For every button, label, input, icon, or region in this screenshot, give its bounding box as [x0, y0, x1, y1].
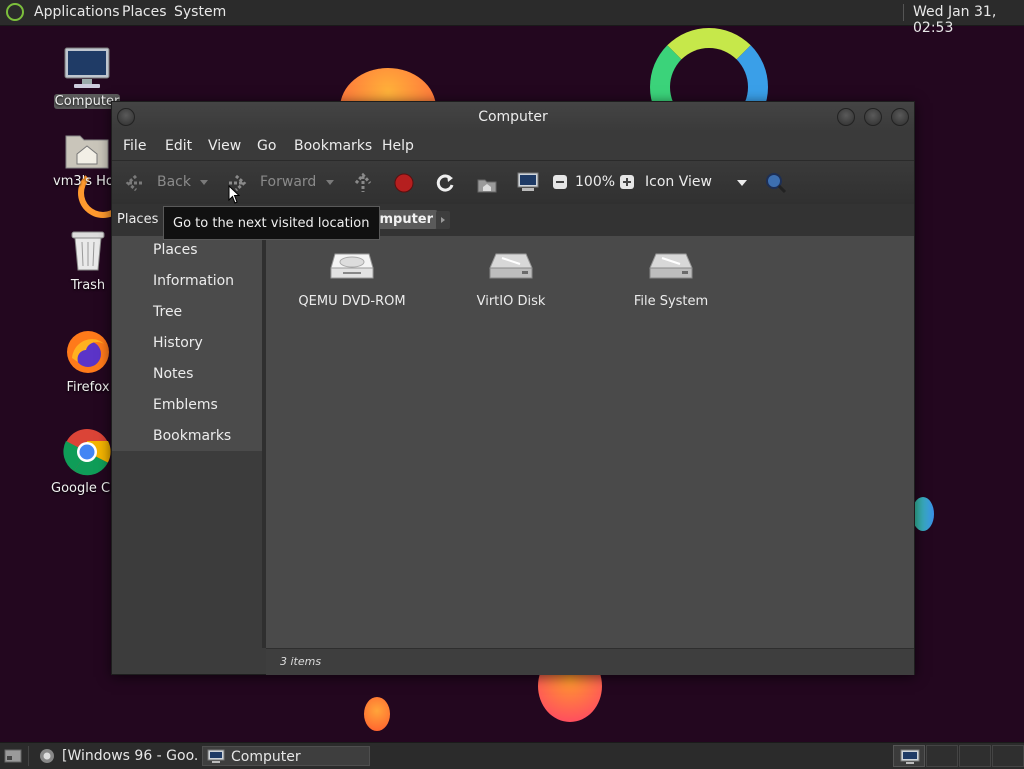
window-title: Computer	[478, 109, 548, 125]
menu-help[interactable]: Help	[382, 138, 414, 154]
caret-right-icon	[441, 217, 445, 223]
arrow-left-icon	[125, 174, 143, 192]
workspace-4[interactable]	[992, 745, 1024, 767]
reload-icon[interactable]	[434, 172, 456, 194]
desktop-icon-computer[interactable]: Computer	[42, 46, 132, 109]
menu-bookmarks[interactable]: Bookmarks	[294, 138, 372, 154]
clock[interactable]: Wed Jan 31, 02:53	[913, 4, 1024, 36]
item-label: QEMU DVD-ROM	[298, 294, 406, 309]
side-pane-option-notes[interactable]: Notes	[153, 366, 193, 382]
taskbar-item-label: [Windows 96 - Goo...	[62, 748, 198, 764]
forward-tooltip: Go to the next visited location	[163, 206, 380, 240]
optical-drive-icon	[330, 253, 374, 279]
workspace-3[interactable]	[959, 745, 991, 767]
menu-view[interactable]: View	[208, 138, 241, 154]
zoom-level[interactable]: 100%	[575, 174, 615, 190]
side-pane-selector[interactable]: Places	[117, 212, 158, 227]
status-bar: 3 items	[266, 648, 914, 675]
maximize-button[interactable]	[864, 108, 882, 126]
side-pane-option-information[interactable]: Information	[153, 273, 234, 289]
hard-disk-icon	[489, 253, 533, 279]
system-menu[interactable]: System	[174, 4, 226, 20]
computer-icon	[900, 749, 920, 764]
computer-icon[interactable]	[516, 171, 540, 193]
panel-separator	[28, 746, 29, 766]
menu-file[interactable]: File	[123, 138, 146, 154]
item-label: File System	[633, 294, 709, 309]
show-desktop-icon[interactable]	[4, 748, 22, 764]
chrome-icon	[63, 429, 111, 476]
item-virtio-disk[interactable]: VirtIO Disk	[441, 250, 581, 309]
hard-disk-icon	[649, 253, 693, 279]
chrome-icon	[40, 749, 54, 763]
distro-logo-icon[interactable]	[6, 3, 24, 21]
forward-button[interactable]: Forward	[224, 171, 334, 195]
home-folder-icon	[65, 135, 109, 169]
menu-bar: File Edit View Go Bookmarks Help	[112, 132, 914, 160]
stop-icon[interactable]	[394, 173, 414, 193]
item-label: VirtIO Disk	[476, 294, 546, 309]
wallpaper-small-blue	[912, 497, 934, 531]
computer-icon	[207, 749, 225, 763]
item-qemu-dvd-rom[interactable]: QEMU DVD-ROM	[282, 250, 422, 309]
top-panel: Applications Places System Wed Jan 31, 0…	[0, 0, 1024, 36]
side-pane-option-emblems[interactable]: Emblems	[153, 397, 218, 413]
zoom-out-icon[interactable]	[552, 174, 568, 190]
bottom-panel: [Windows 96 - Goo... Computer	[0, 742, 1024, 769]
view-mode-select[interactable]: Icon View	[642, 171, 750, 195]
menu-edit[interactable]: Edit	[165, 138, 192, 154]
workspace-2[interactable]	[926, 745, 958, 767]
title-bar[interactable]: Computer	[112, 102, 914, 132]
wallpaper-small-orange	[364, 697, 390, 731]
side-pane-option-bookmarks[interactable]: Bookmarks	[153, 428, 231, 444]
trash-icon	[71, 231, 105, 271]
workspace-1[interactable]	[893, 745, 925, 767]
side-pane-option-places[interactable]: Places	[153, 242, 198, 258]
close-button[interactable]	[891, 108, 909, 126]
search-icon[interactable]	[764, 171, 788, 195]
firefox-icon	[67, 331, 109, 373]
applications-menu[interactable]: Applications	[34, 4, 120, 20]
menu-go[interactable]: Go	[257, 138, 276, 154]
forward-history-dropdown[interactable]	[326, 180, 334, 185]
home-icon[interactable]	[476, 172, 498, 194]
taskbar-item-computer[interactable]: Computer	[202, 746, 370, 766]
minimize-button[interactable]	[837, 108, 855, 126]
view-mode-value: Icon View	[645, 174, 712, 190]
item-count: 3 items	[280, 655, 322, 668]
back-label: Back	[157, 174, 191, 190]
taskbar-item-browser[interactable]: [Windows 96 - Goo...	[36, 746, 198, 766]
icon-view[interactable]: QEMU DVD-ROM VirtIO Disk File System	[266, 236, 914, 648]
back-history-dropdown[interactable]	[200, 180, 208, 185]
item-file-system[interactable]: File System	[601, 250, 741, 309]
side-pane-option-history[interactable]: History	[153, 335, 203, 351]
taskbar-item-label: Computer	[231, 749, 301, 765]
side-pane-menu: Places Information Tree History Notes Em…	[112, 236, 262, 451]
computer-icon	[64, 47, 110, 88]
side-pane-option-tree[interactable]: Tree	[153, 304, 182, 320]
places-menu[interactable]: Places	[122, 4, 167, 20]
forward-label: Forward	[260, 174, 317, 190]
workspace-switcher[interactable]	[893, 745, 1024, 767]
mouse-pointer-icon	[228, 185, 240, 204]
panel-separator	[903, 4, 904, 21]
zoom-in-icon[interactable]	[619, 174, 635, 190]
back-button[interactable]: Back	[120, 171, 210, 195]
arrow-up-icon[interactable]	[352, 172, 374, 194]
chevron-down-icon	[737, 180, 747, 186]
